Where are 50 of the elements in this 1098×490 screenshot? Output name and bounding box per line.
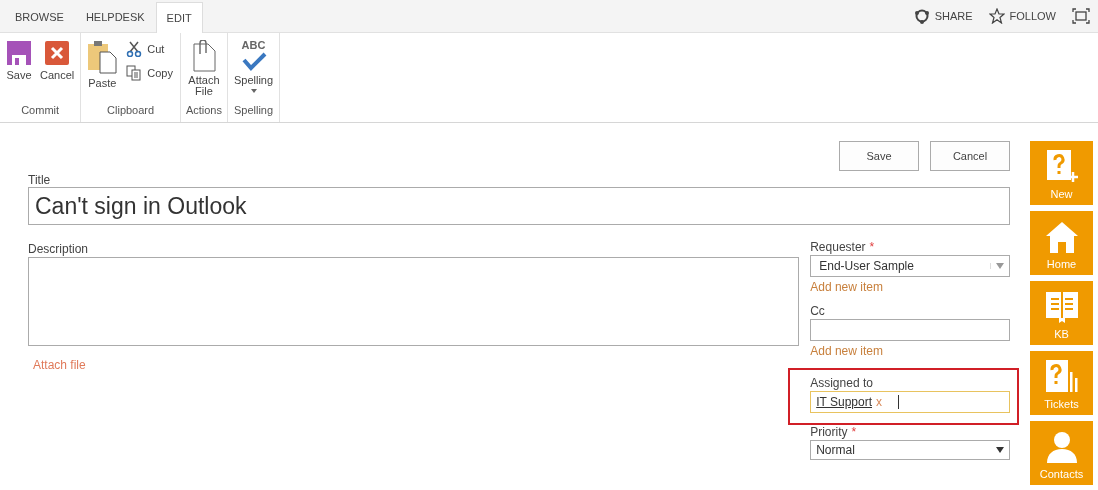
field-label: Title [28,173,52,187]
requester-dropdown[interactable]: End-User Sample [810,255,1010,277]
ribbon-tab[interactable]: BROWSE [4,0,75,33]
field-label: Requester [810,240,866,254]
user-token[interactable]: IT Support [816,395,872,409]
focus-button[interactable] [1070,6,1092,26]
spell-check-letters: ABC [241,40,266,51]
ribbon-tab[interactable]: HELPDESK [74,0,156,33]
field-label: Priority [810,425,848,439]
save-button[interactable]: Save [3,38,35,104]
caret-icon [250,89,257,93]
paste-button[interactable]: Paste [84,38,121,104]
form-button[interactable]: Cancel [930,141,1010,171]
star-icon [988,8,1005,24]
ribbon-group-label: Spelling [232,104,275,118]
form-button[interactable]: Save [839,141,919,171]
paperclip-document-icon [190,40,217,72]
follow-button[interactable]: FOLLOW [986,6,1058,26]
share-icon [913,8,930,24]
share-button[interactable]: SHARE [911,6,975,26]
people-picker[interactable]: IT Support x [810,391,1010,413]
question-plus-icon [1044,148,1079,184]
ribbon-group-label: Commit [20,104,61,118]
clipboard-icon [87,40,118,74]
required-mark: * [869,240,875,254]
question-chart-icon [1043,358,1080,394]
floppy-icon [6,40,32,66]
dropdown-arrow-icon [990,263,1004,269]
check-icon [240,51,267,71]
book-icon [1043,290,1080,324]
spelling-button[interactable]: ABC Spelling [230,38,277,104]
required-mark: * [851,425,857,439]
attach-file-button[interactable]: Attach File [183,38,224,104]
description-textarea[interactable] [28,257,800,346]
ribbon-group-label: Actions [184,104,223,118]
close-icon [44,40,71,66]
title-input[interactable]: Can't sign in Outlook [28,187,1010,225]
dropdown-arrow-icon [996,447,1004,453]
ribbon-tab[interactable]: EDIT [155,2,203,33]
cut-button[interactable]: Cut [122,38,177,60]
copy-button[interactable]: Copy [122,62,177,84]
field-label: Cc [810,304,825,318]
scissors-icon [126,41,143,57]
cc-input[interactable] [810,319,1010,341]
ribbon-group-label: Clipboard [106,104,156,118]
cancel-button[interactable]: Cancel [37,38,78,104]
copy-icon [126,65,143,81]
field-label: Assigned to [810,376,873,390]
priority-select[interactable]: Normal [810,440,1010,460]
field-label: Description [28,242,90,256]
